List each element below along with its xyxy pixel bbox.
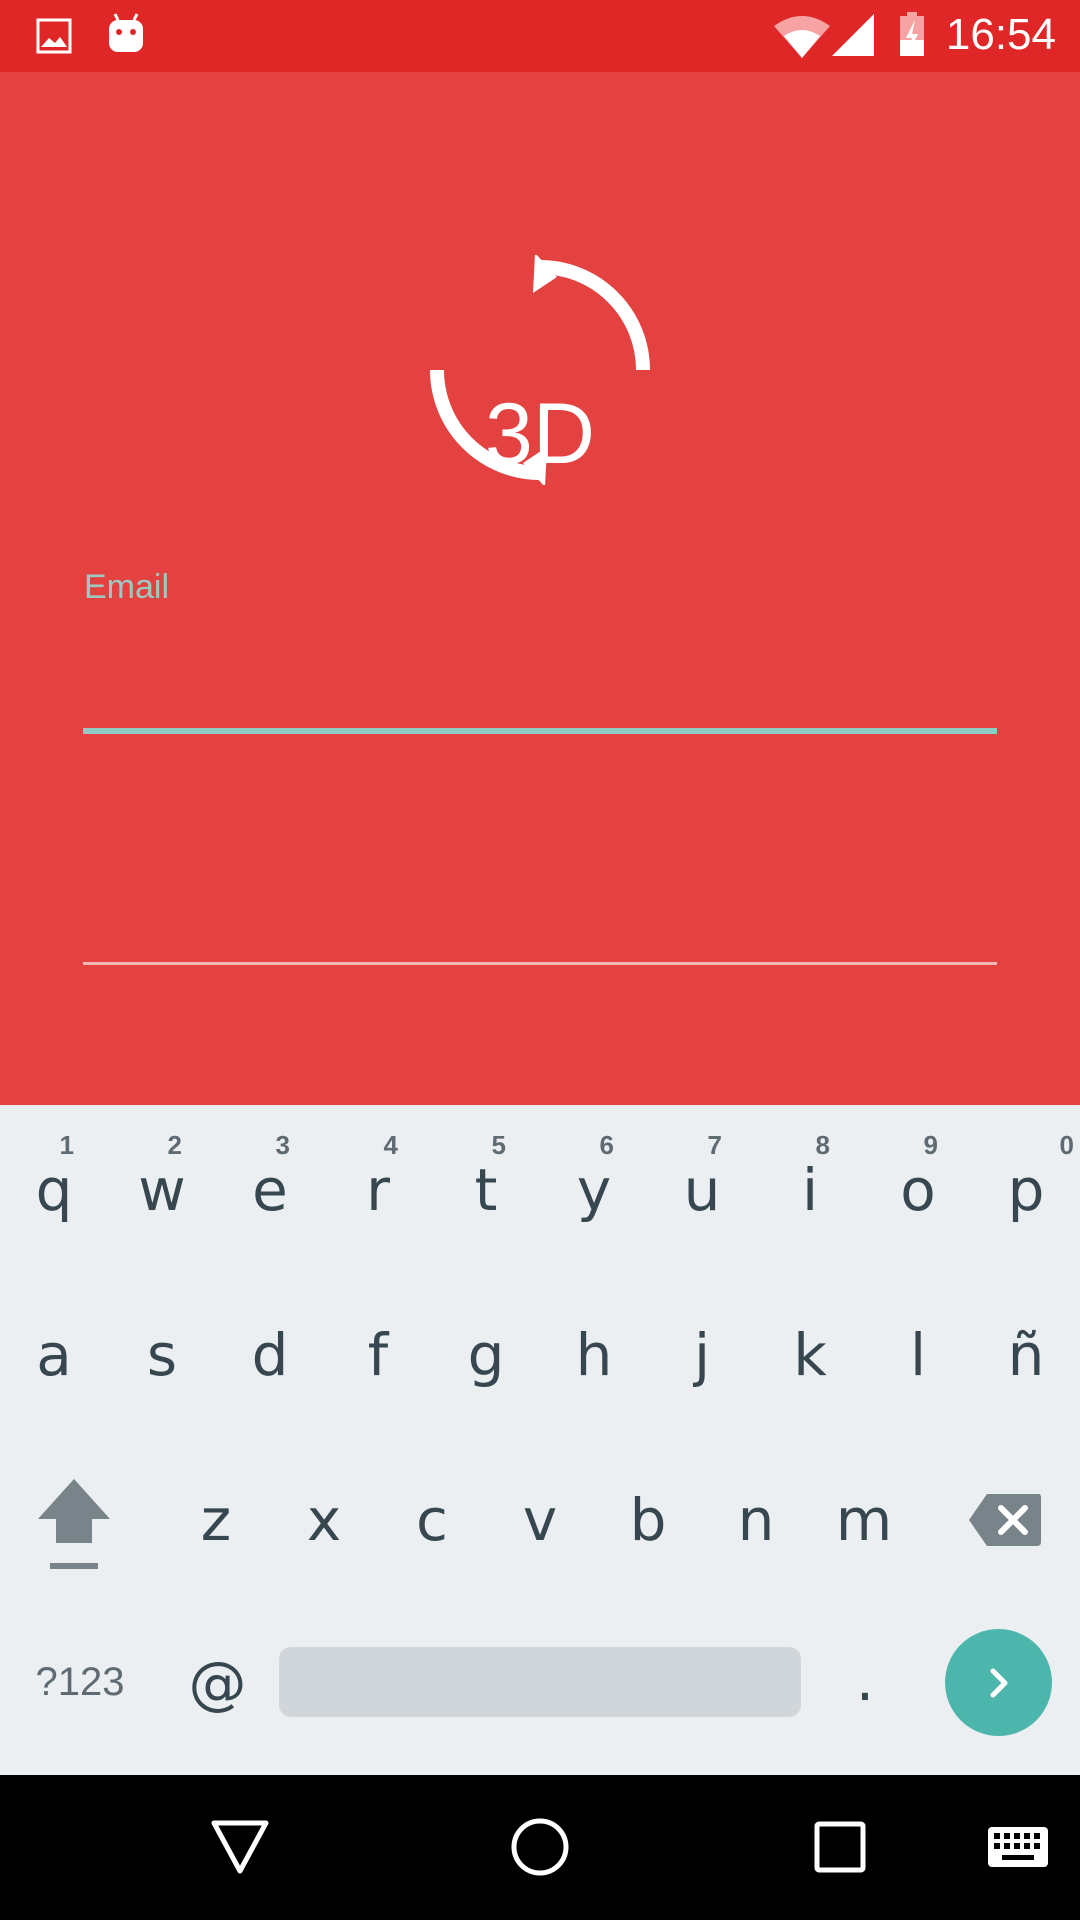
key-hint: 0 xyxy=(1059,1130,1074,1160)
key-hint: 7 xyxy=(707,1130,722,1160)
password-underline xyxy=(83,962,997,965)
shift-icon xyxy=(38,1479,110,1569)
key-o[interactable]: o9 xyxy=(864,1130,972,1250)
battery-charging-icon xyxy=(900,12,924,56)
status-bar: 16:54 xyxy=(0,0,1080,72)
recents-button[interactable] xyxy=(790,1797,890,1897)
back-icon xyxy=(211,1820,269,1874)
password-field[interactable] xyxy=(83,880,1001,958)
key-x[interactable]: x xyxy=(270,1460,378,1580)
keyboard-switch-button[interactable] xyxy=(968,1797,1068,1897)
key-g[interactable]: g xyxy=(432,1295,540,1415)
image-icon xyxy=(36,18,72,54)
key-hint: 6 xyxy=(599,1130,614,1160)
key-hint: 8 xyxy=(815,1130,830,1160)
key-hint: 4 xyxy=(383,1130,398,1160)
back-button[interactable] xyxy=(190,1797,290,1897)
key-f[interactable]: f xyxy=(324,1295,432,1415)
backspace-key[interactable] xyxy=(950,1460,1060,1580)
email-label: Email xyxy=(84,568,170,606)
symbols-key[interactable]: ?123 xyxy=(20,1635,140,1730)
email-field[interactable] xyxy=(83,640,1001,722)
space-bar[interactable] xyxy=(279,1647,801,1717)
key-d[interactable]: d xyxy=(216,1295,324,1415)
key-c[interactable]: c xyxy=(378,1460,486,1580)
key-y[interactable]: y6 xyxy=(540,1130,648,1250)
home-button[interactable] xyxy=(490,1797,590,1897)
key-r[interactable]: r4 xyxy=(324,1130,432,1250)
key-p[interactable]: p0 xyxy=(972,1130,1080,1250)
key-hint: 1 xyxy=(59,1130,74,1160)
key-b[interactable]: b xyxy=(594,1460,702,1580)
android-icon xyxy=(109,13,143,52)
shift-key[interactable] xyxy=(20,1460,128,1590)
cell-signal-icon xyxy=(832,14,874,56)
at-key[interactable]: @ xyxy=(170,1635,265,1730)
key-i[interactable]: i8 xyxy=(756,1130,864,1250)
next-button[interactable] xyxy=(945,1629,1052,1736)
key-hint: 2 xyxy=(167,1130,182,1160)
key-a[interactable]: a xyxy=(0,1295,108,1415)
key-h[interactable]: h xyxy=(540,1295,648,1415)
keyboard-icon xyxy=(988,1827,1048,1867)
key-l[interactable]: l xyxy=(864,1295,972,1415)
key-j[interactable]: j xyxy=(648,1295,756,1415)
key-v[interactable]: v xyxy=(486,1460,594,1580)
key-z[interactable]: z xyxy=(162,1460,270,1580)
backspace-icon xyxy=(969,1494,1041,1546)
key-hint: 9 xyxy=(923,1130,938,1160)
key-e[interactable]: e3 xyxy=(216,1130,324,1250)
navigation-bar xyxy=(0,1775,1080,1920)
home-icon xyxy=(511,1818,569,1876)
recents-icon xyxy=(814,1821,866,1873)
key-hint: 3 xyxy=(275,1130,290,1160)
key-w[interactable]: w2 xyxy=(108,1130,216,1250)
key-m[interactable]: m xyxy=(810,1460,918,1580)
key-t[interactable]: t5 xyxy=(432,1130,540,1250)
logo-text: 3D xyxy=(485,386,595,482)
key-hint: 5 xyxy=(491,1130,506,1160)
key-n-tilde[interactable]: ñ xyxy=(972,1295,1080,1415)
wifi-icon xyxy=(774,16,830,58)
chevron-right-icon xyxy=(990,1668,1007,1697)
key-s[interactable]: s xyxy=(108,1295,216,1415)
email-underline xyxy=(83,728,997,734)
period-key[interactable]: . xyxy=(815,1630,915,1730)
key-n[interactable]: n xyxy=(702,1460,810,1580)
key-k[interactable]: k xyxy=(756,1295,864,1415)
clock: 16:54 xyxy=(945,10,1056,59)
key-q[interactable]: q1 xyxy=(0,1130,108,1250)
key-u[interactable]: u7 xyxy=(648,1130,756,1250)
